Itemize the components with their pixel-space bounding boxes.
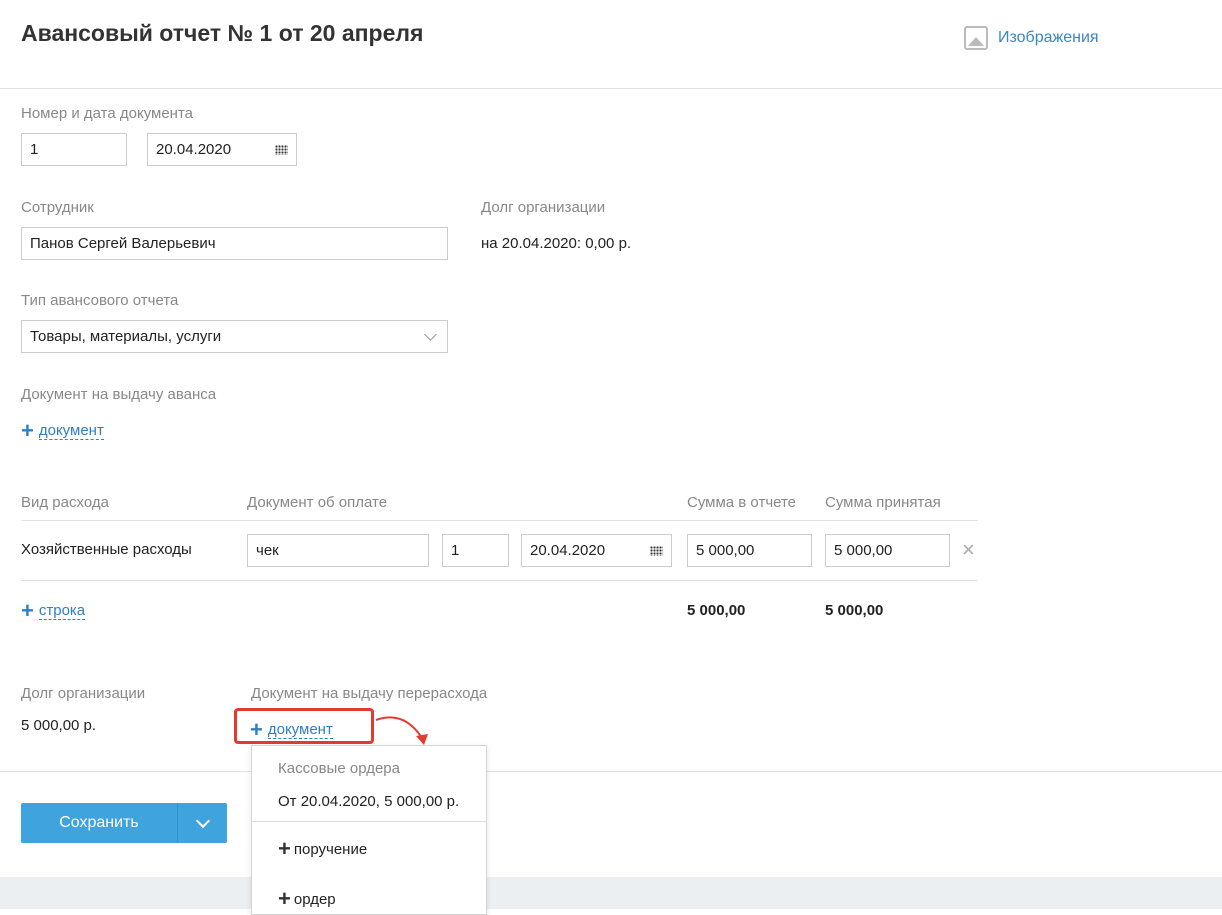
add-cash-order-label: ордер (293, 890, 336, 908)
chevron-down-icon (424, 327, 437, 341)
divider (21, 580, 978, 581)
payment-date-input[interactable]: 20.04.2020 (521, 534, 672, 567)
dropdown-item-order[interactable]: От 20.04.2020, 5 000,00 р. (278, 793, 459, 810)
doc-number-input[interactable]: 1 (21, 133, 127, 166)
divider (21, 520, 978, 521)
arrow-annotation (375, 716, 428, 745)
doc-label: Номер и дата документа (21, 105, 194, 122)
doc-number: 1 (30, 141, 39, 158)
add-advance-doc-link[interactable]: + документ (21, 420, 104, 442)
page-title: Авансовый отчет № 1 от 20 апреля (21, 20, 424, 46)
col-header: Сумма в отчете (687, 494, 797, 511)
overspend-debt-value: 5 000,00 р. (21, 717, 97, 734)
highlight-box (234, 708, 374, 744)
report-type-label: Тип авансового отчета (21, 292, 179, 309)
add-payment-order-label: поручение (293, 840, 368, 858)
add-advance-doc-label: документ (38, 422, 104, 440)
report-type-value: Товары, материалы, услуги (30, 328, 222, 345)
employee-value: Панов Сергей Валерьевич (30, 235, 216, 252)
add-cash-order-item[interactable]: + ордер (278, 886, 336, 912)
add-row-link[interactable]: + строка (21, 598, 86, 623)
calendar-icon[interactable] (650, 545, 663, 556)
doc-date-input[interactable]: 20.04.2020 (147, 133, 297, 166)
employee-label: Сотрудник (21, 199, 94, 216)
document-dropdown: Кассовые ордера От 20.04.2020, 5 000,00 … (251, 745, 487, 915)
payment-num-input[interactable]: 1 (442, 534, 509, 567)
overspend-debt-label: Долг организации (21, 685, 146, 702)
org-debt-label: Долг организации (481, 199, 606, 216)
divider (0, 771, 1222, 772)
save-button[interactable]: Сохранить (21, 803, 178, 843)
plus-icon: + (21, 418, 34, 443)
sum-input[interactable]: 5 000,00 (687, 534, 812, 567)
divider (252, 821, 486, 822)
overspend-doc-label: Документ на выдачу перерасхода (251, 685, 488, 702)
save-button-group: Сохранить (21, 803, 227, 843)
add-payment-order-item[interactable]: + поручение (278, 836, 367, 862)
report-type-select[interactable]: Товары, материалы, услуги (21, 320, 448, 353)
col-header: Вид расхода (21, 494, 109, 511)
payment-date-value: 20.04.2020 (530, 542, 606, 559)
employee-input[interactable]: Панов Сергей Валерьевич (21, 227, 448, 260)
plus-icon: + (278, 886, 291, 911)
calendar-icon[interactable] (275, 144, 288, 155)
advance-doc-label: Документ на выдачу аванса (21, 386, 217, 403)
expense-type: Хозяйственные расходы (21, 541, 192, 558)
accepted-value: 5 000,00 (834, 542, 893, 559)
divider (0, 88, 1222, 89)
save-options-button[interactable] (178, 803, 227, 843)
delete-row-icon[interactable]: × (962, 537, 975, 563)
images-link[interactable]: Изображения (964, 26, 1099, 50)
dropdown-section-title: Кассовые ордера (278, 760, 400, 777)
payment-doc-input[interactable]: чек (247, 534, 429, 567)
add-row-label: строка (38, 602, 86, 620)
accepted-input[interactable]: 5 000,00 (825, 534, 950, 567)
footer-bar (0, 877, 1222, 909)
total-sum: 5 000,00 (687, 602, 746, 619)
col-header: Сумма принятая (825, 494, 941, 511)
sum-value: 5 000,00 (696, 542, 755, 559)
chevron-down-icon (195, 813, 210, 828)
payment-num-value: 1 (451, 542, 460, 559)
plus-icon: + (21, 598, 34, 623)
image-icon (964, 26, 988, 50)
org-debt-value: на 20.04.2020: 0,00 р. (481, 235, 632, 252)
payment-doc-value: чек (256, 542, 279, 559)
images-label: Изображения (998, 29, 1099, 46)
total-accepted: 5 000,00 (825, 602, 884, 619)
plus-icon: + (278, 836, 291, 861)
doc-date: 20.04.2020 (156, 141, 232, 158)
col-header: Документ об оплате (247, 494, 388, 511)
